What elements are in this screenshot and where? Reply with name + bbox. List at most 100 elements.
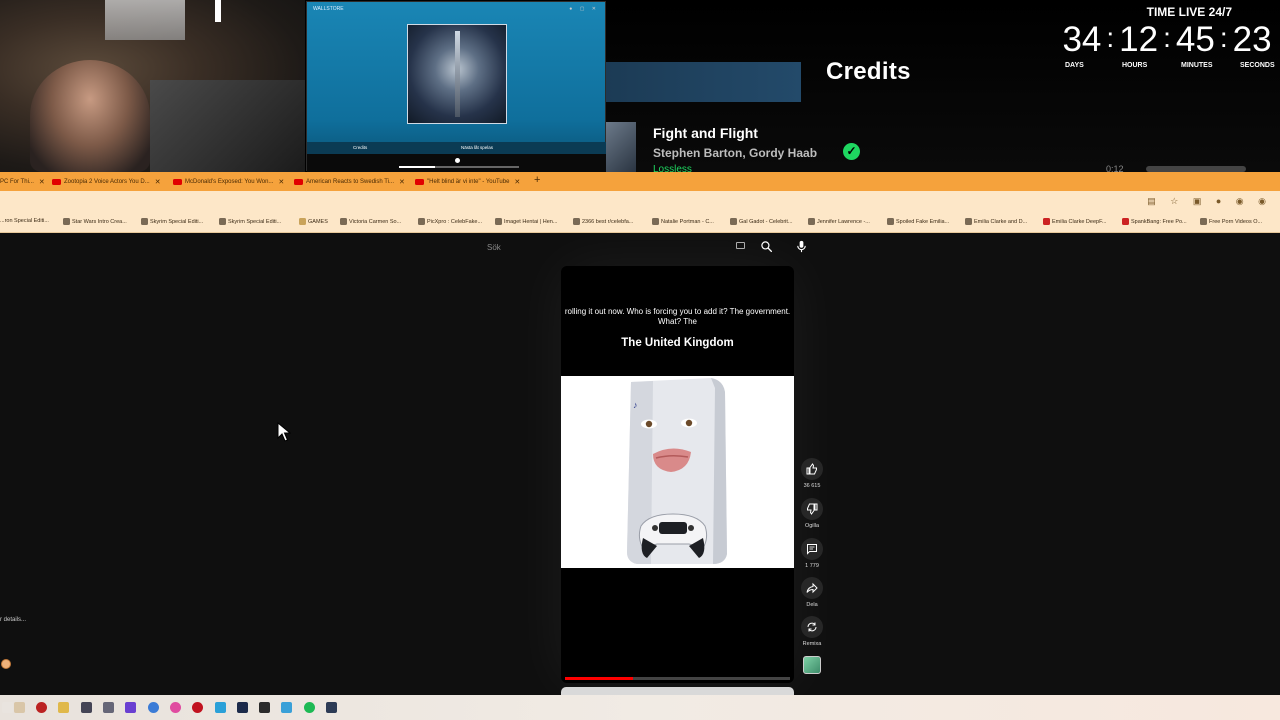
- share-button[interactable]: [801, 577, 823, 599]
- taskbar-app-icon[interactable]: [170, 702, 181, 713]
- taskbar-app-icon[interactable]: [36, 702, 47, 713]
- bookmark-item[interactable]: Emilia Clarke and D...: [965, 218, 1027, 225]
- mini-window-buttons: ● ▢ ✕: [569, 6, 599, 12]
- mini-player-tabs: Credits Nästa låt spelas: [307, 142, 607, 154]
- taskbar-app-icon[interactable]: [215, 702, 226, 713]
- taskbar-app-icon[interactable]: [326, 702, 337, 713]
- bookmark-item[interactable]: Skyrim Special Editi...: [141, 218, 203, 225]
- share-label: Dela: [806, 602, 818, 608]
- bookmark-item[interactable]: Free Porn Videos O...: [1200, 218, 1262, 225]
- dislike-action[interactable]: Ogilla: [798, 498, 826, 529]
- extension-icons[interactable]: ▤ ☆ ▣ ● ◉ ◉: [1147, 196, 1272, 207]
- timer-digits: 34:12:45:23: [1062, 20, 1272, 59]
- remix-action[interactable]: Remixa: [798, 616, 826, 647]
- video-progress[interactable]: [565, 677, 790, 680]
- mic-icon[interactable]: [794, 239, 809, 254]
- webcam-person: [30, 60, 150, 172]
- bookmark-item[interactable]: PicXpro : CelebFake...: [418, 218, 482, 225]
- cover-sword: [455, 31, 460, 117]
- bookmark-item[interactable]: Imaget Hentai | Hen...: [495, 218, 557, 225]
- bookmark-item[interactable]: Gal Gadot - Celebrit...: [730, 218, 793, 225]
- mouse-cursor-icon: [277, 422, 291, 442]
- album-cover: [407, 24, 507, 124]
- taskbar-app-icon[interactable]: [281, 702, 292, 713]
- bookmark-item[interactable]: Star Wars Intro Crea...: [63, 218, 127, 225]
- timer-unit-days: DAYS: [1065, 62, 1084, 69]
- check-icon: ✓: [843, 143, 860, 160]
- search-icon[interactable]: [760, 240, 773, 253]
- dislike-button[interactable]: [801, 498, 823, 520]
- bookmark-item[interactable]: Emilia Clarke DeepF...: [1043, 218, 1106, 225]
- start-icon[interactable]: [2, 702, 13, 713]
- mini-tab-next: Nästa låt spelas: [461, 145, 494, 150]
- like-count: 36 615: [803, 483, 821, 489]
- thumbs-down-icon: [807, 503, 818, 515]
- webcam-window: [105, 0, 185, 40]
- remix-button[interactable]: [801, 616, 823, 638]
- browser-tab[interactable]: American Reacts to Swedish Ti... ✕: [294, 175, 405, 189]
- bookmark-item[interactable]: 2366 best r/celebfa...: [573, 218, 633, 225]
- share-icon: [806, 582, 818, 594]
- new-tab-button[interactable]: +: [534, 174, 540, 186]
- volume-value: 0:12: [1106, 164, 1124, 172]
- caption-small: rolling it out now. Who is forcing you t…: [564, 307, 791, 326]
- details-chip[interactable]: r details...: [0, 617, 26, 623]
- youtube-icon: [52, 179, 61, 185]
- mini-player-controls: [307, 154, 607, 172]
- remix-label: Remixa: [802, 641, 822, 647]
- lossless-label: Lossless: [653, 164, 692, 172]
- taskbar-app-icon[interactable]: [125, 702, 136, 713]
- bookmark-item[interactable]: Spoiled Fake Emilia...: [887, 218, 949, 225]
- mini-progress: [399, 166, 519, 168]
- share-action[interactable]: Dela: [798, 577, 826, 608]
- search-input[interactable]: [481, 239, 741, 255]
- like-action[interactable]: 36 615: [798, 458, 826, 489]
- webcam-lamp: [215, 0, 221, 22]
- taskbar-app-icon[interactable]: [192, 702, 203, 713]
- taskbar-app-icon[interactable]: [58, 702, 69, 713]
- taskbar-app-icon[interactable]: [14, 702, 25, 713]
- bookmark-item[interactable]: Jennifer Lawrence -...: [808, 218, 870, 225]
- stream-overlay: WALLSTORE ● ▢ ✕ Credits Nästa låt spelas…: [0, 0, 1280, 172]
- close-icon[interactable]: ✕: [278, 178, 284, 186]
- youtube-icon: [173, 179, 182, 185]
- address-bar[interactable]: ▤ ☆ ▣ ● ◉ ◉: [0, 191, 1280, 212]
- short-video-player[interactable]: rolling it out now. Who is forcing you t…: [561, 266, 794, 683]
- taskbar-app-icon[interactable]: [148, 702, 159, 713]
- mini-player-title: WALLSTORE: [313, 6, 344, 12]
- close-icon[interactable]: ✕: [514, 178, 520, 186]
- bookmark-item[interactable]: Natalie Portman - C...: [652, 218, 714, 225]
- close-icon[interactable]: ✕: [399, 178, 405, 186]
- track-artists: Stephen Barton, Gordy Haab: [653, 146, 818, 160]
- webcam-feed: [0, 0, 305, 172]
- bookmark-folder[interactable]: GAMES: [299, 218, 328, 225]
- bookmark-item[interactable]: Victoria Carmen So...: [340, 218, 401, 225]
- taskbar-app-icon[interactable]: [304, 702, 315, 713]
- bookmark-item[interactable]: Skyrim Special Editi...: [219, 218, 281, 225]
- bookmark-item[interactable]: SpankBang: Free Po...: [1122, 218, 1187, 225]
- taskbar-app-icon[interactable]: [237, 702, 248, 713]
- thumbs-up-icon: [806, 463, 817, 475]
- browser-tab[interactable]: Zootopia 2 Voice Actors You D... ✕: [52, 175, 161, 189]
- keyboard-icon[interactable]: [736, 242, 745, 249]
- browser-tab[interactable]: McDonald's Exposed: You Won... ✕: [173, 175, 284, 189]
- taskbar-app-icon[interactable]: [81, 702, 92, 713]
- timer-label: TIME LIVE 24/7: [1146, 5, 1232, 19]
- sound-avatar[interactable]: [803, 656, 821, 674]
- bookmark-item[interactable]: ...ron Special Editi...: [0, 218, 49, 224]
- credits-heading: Credits: [826, 58, 911, 85]
- track-art: [606, 122, 636, 172]
- taskbar-app-icon[interactable]: [103, 702, 114, 713]
- close-icon[interactable]: ✕: [39, 178, 45, 186]
- comment-button[interactable]: [801, 538, 823, 560]
- timer-unit-hours: HOURS: [1122, 62, 1148, 69]
- close-icon[interactable]: ✕: [155, 178, 161, 186]
- taskbar: [0, 695, 1280, 720]
- browser-tab[interactable]: PC For Thi... ✕: [0, 175, 45, 189]
- browser-tab-active[interactable]: "Helt blind är vi inte" - YouTube ✕: [415, 175, 520, 189]
- emoji-icon[interactable]: [1, 659, 11, 669]
- like-button[interactable]: [801, 458, 823, 480]
- comment-action[interactable]: 1 779: [798, 538, 826, 569]
- taskbar-app-icon[interactable]: [259, 702, 270, 713]
- video-frame: ♪: [561, 376, 794, 568]
